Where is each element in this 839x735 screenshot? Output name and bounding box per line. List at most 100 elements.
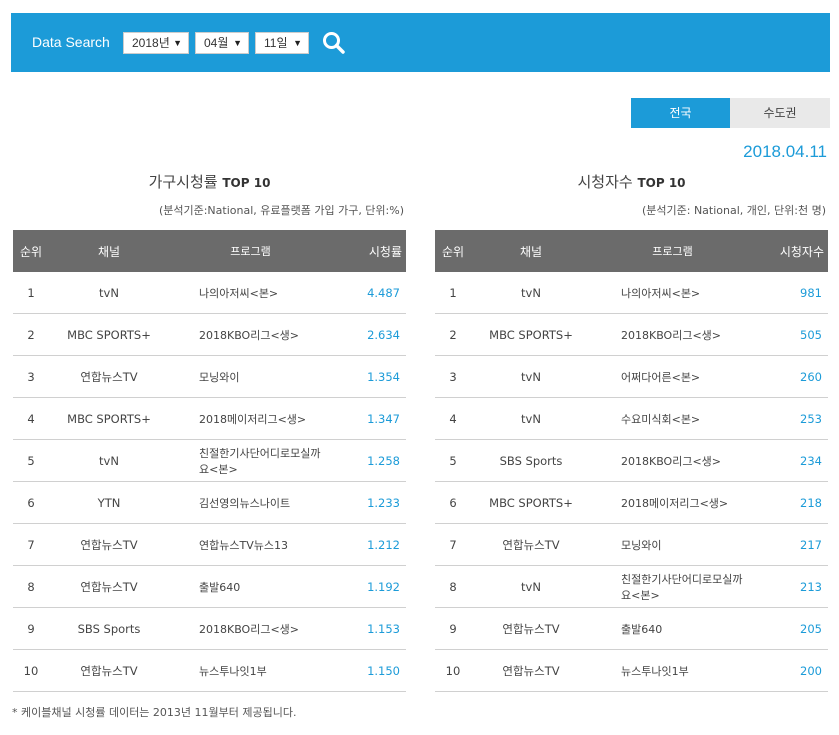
program-cell: 친절한기사단어디로모실까요<본>: [621, 572, 743, 602]
viewers-title: 시청자수 TOP 10: [435, 170, 828, 194]
channel-cell: MBC SPORTS+: [489, 495, 573, 510]
channel-cell: tvN: [521, 285, 541, 300]
day-select[interactable]: 11일 ▼: [255, 32, 309, 54]
program-cell: 연합뉴스TV뉴스13: [199, 538, 288, 552]
table-row: 4 MBC SPORTS+ 2018메이저리그<생> 1.347: [13, 398, 406, 440]
header-program: 프로그램: [652, 245, 693, 258]
viewers-table-body: 1 tvN 나의아저씨<본> 981 2 MBC SPORTS+ 2018KBO리그<생> 5…: [435, 272, 828, 692]
channel-cell: tvN: [99, 453, 119, 468]
dropdown-arrow-icon: ▼: [293, 38, 302, 48]
value-cell: 217: [800, 537, 822, 552]
rank-cell: 2: [27, 327, 35, 342]
channel-cell: tvN: [521, 411, 541, 426]
value-cell: 1.354: [367, 369, 400, 384]
month-select[interactable]: 04월 ▼: [195, 32, 249, 54]
channel-cell: 연합뉴스TV: [80, 369, 138, 384]
channel-cell: 연합뉴스TV: [502, 663, 560, 678]
program-cell: 친절한기사단어디로모실까요<본>: [199, 446, 321, 476]
channel-cell: tvN: [521, 369, 541, 384]
table-row: 3 연합뉴스TV 모닝와이 1.354: [13, 356, 406, 398]
table-row: 1 tvN 나의아저씨<본> 4.487: [13, 272, 406, 314]
year-value: 2018년: [132, 36, 170, 50]
program-cell: 출발640: [199, 580, 241, 594]
footnote: * 케이블채널 시청률 데이터는 2013년 11월부터 제공됩니다.: [12, 706, 297, 719]
rank-cell: 7: [449, 537, 457, 552]
viewers-panel: 시청자수 TOP 10 (분석기준: National, 개인, 단위:천 명)…: [435, 170, 828, 692]
rank-cell: 2: [449, 327, 457, 342]
month-value: 04월: [204, 36, 229, 50]
channel-cell: MBC SPORTS+: [489, 327, 573, 342]
rank-cell: 8: [27, 579, 35, 594]
rank-cell: 8: [449, 579, 457, 594]
header-rank: 순위: [441, 244, 465, 259]
header-channel: 채널: [519, 244, 543, 259]
value-cell: 234: [800, 453, 822, 468]
rank-cell: 10: [23, 663, 39, 678]
day-value: 11일: [264, 36, 288, 50]
rank-cell: 9: [449, 621, 457, 636]
table-row: 5 SBS Sports 2018KBO리그<생> 234: [435, 440, 828, 482]
value-cell: 1.150: [367, 663, 400, 678]
program-cell: 2018KBO리그<생>: [621, 328, 722, 342]
rank-cell: 1: [27, 285, 35, 300]
channel-cell: tvN: [99, 285, 119, 300]
program-cell: 김선영의뉴스나이트: [199, 496, 291, 510]
tab-capital-area[interactable]: 수도권: [730, 98, 830, 128]
channel-cell: 연합뉴스TV: [502, 621, 560, 636]
year-select[interactable]: 2018년 ▼: [123, 32, 189, 54]
rank-cell: 1: [449, 285, 457, 300]
header-program: 프로그램: [230, 245, 271, 258]
rank-cell: 9: [27, 621, 35, 636]
program-cell: 뉴스투나잇1부: [621, 664, 689, 678]
viewers-table-header: 순위 채널 프로그램 시청자수: [435, 230, 828, 272]
viewers-title-text: 시청자수: [577, 173, 633, 191]
program-cell: 수요미식회<본>: [621, 412, 701, 426]
rank-cell: 6: [27, 495, 35, 510]
channel-cell: SBS Sports: [77, 621, 141, 636]
household-table-header: 순위 채널 프로그램 시청률: [13, 230, 406, 272]
household-title-suffix: TOP 10: [222, 176, 271, 190]
program-cell: 2018KBO리그<생>: [621, 454, 722, 468]
channel-cell: 연합뉴스TV: [80, 579, 138, 594]
household-table-body: 1 tvN 나의아저씨<본> 4.487 2 MBC SPORTS+ 2018KBO리그<생…: [13, 272, 406, 692]
program-cell: 모닝와이: [199, 370, 240, 384]
value-cell: 205: [800, 621, 822, 636]
value-cell: 1.347: [367, 411, 400, 426]
rank-cell: 5: [27, 453, 35, 468]
header-rating: 시청률: [368, 244, 402, 259]
table-row: 9 연합뉴스TV 출발640 205: [435, 608, 828, 650]
program-cell: 나의아저씨<본>: [199, 286, 279, 300]
program-cell: 어쩌다어른<본>: [621, 370, 701, 384]
value-cell: 981: [800, 285, 822, 300]
program-cell: 2018KBO리그<생>: [199, 328, 300, 342]
header-viewers: 시청자수: [779, 244, 824, 259]
header-rank: 순위: [19, 244, 43, 259]
search-button[interactable]: [321, 30, 347, 56]
value-cell: 1.212: [367, 537, 400, 552]
program-cell: 나의아저씨<본>: [621, 286, 701, 300]
table-row: 4 tvN 수요미식회<본> 253: [435, 398, 828, 440]
search-icon: [323, 32, 345, 54]
channel-cell: SBS Sports: [499, 453, 563, 468]
tab-national[interactable]: 전국: [631, 98, 730, 128]
table-row: 7 연합뉴스TV 모닝와이 217: [435, 524, 828, 566]
dropdown-arrow-icon: ▼: [233, 38, 242, 48]
value-cell: 1.192: [367, 579, 400, 594]
rank-cell: 7: [27, 537, 35, 552]
channel-cell: YTN: [97, 495, 121, 510]
value-cell: 1.153: [367, 621, 400, 636]
household-rating-panel: 가구시청률 TOP 10 (분석기준:National, 유료플랫폼 가입 가구…: [13, 170, 406, 692]
table-row: 5 tvN 친절한기사단어디로모실까요<본> 1.258: [13, 440, 406, 482]
value-cell: 1.233: [367, 495, 400, 510]
program-cell: 2018메이저리그<생>: [621, 496, 729, 510]
table-row: 6 YTN 김선영의뉴스나이트 1.233: [13, 482, 406, 524]
table-row: 2 MBC SPORTS+ 2018KBO리그<생> 2.634: [13, 314, 406, 356]
value-cell: 505: [800, 327, 822, 342]
value-cell: 200: [800, 663, 822, 678]
program-cell: 2018KBO리그<생>: [199, 622, 300, 636]
dropdown-arrow-icon: ▼: [173, 38, 182, 48]
value-cell: 2.634: [367, 327, 400, 342]
program-cell: 모닝와이: [621, 538, 662, 552]
program-cell: 2018메이저리그<생>: [199, 412, 307, 426]
header-channel: 채널: [97, 244, 121, 259]
